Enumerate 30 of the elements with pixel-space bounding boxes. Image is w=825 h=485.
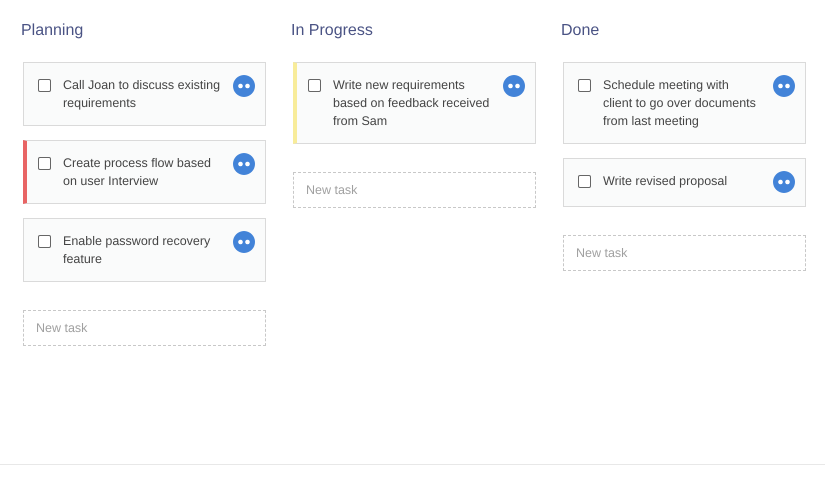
assignee-avatar-icon[interactable] xyxy=(233,231,255,253)
task-card[interactable]: Enable password recovery feature xyxy=(23,218,266,282)
task-text: Write revised proposal xyxy=(603,173,728,190)
new-task-field[interactable]: New task xyxy=(293,172,536,208)
checkbox[interactable] xyxy=(308,79,321,92)
column-title: Done xyxy=(561,21,600,41)
task-text: Schedule meeting with client to go over documents from last meeting xyxy=(603,77,757,130)
checkbox[interactable] xyxy=(578,175,591,188)
task-card[interactable]: Call Joan to discuss existing requirements xyxy=(23,62,266,126)
new-task-field[interactable]: New task xyxy=(23,310,266,346)
task-text: Call Joan to discuss existing requirements xyxy=(63,77,221,112)
task-card[interactable]: Schedule meeting with client to go over documents from last meeting xyxy=(563,62,806,144)
column-title: In Progress xyxy=(291,21,374,41)
task-text: Enable password recovery feature xyxy=(63,233,212,268)
task-card[interactable]: Create process flow based on user Interview xyxy=(23,140,266,204)
assignee-avatar-icon[interactable] xyxy=(233,75,255,97)
assignee-avatar-icon[interactable] xyxy=(503,75,525,97)
checkbox[interactable] xyxy=(578,79,591,92)
task-text: Write new requirements based on feedback received from Sam xyxy=(333,77,490,130)
checkbox[interactable] xyxy=(38,79,51,92)
task-card[interactable]: Write new requirements based on feedback received from Sam xyxy=(293,62,536,144)
assignee-avatar-icon[interactable] xyxy=(773,75,795,97)
checkbox[interactable] xyxy=(38,235,51,248)
column-title: Planning xyxy=(21,21,84,41)
checkbox[interactable] xyxy=(38,157,51,170)
assignee-avatar-icon[interactable] xyxy=(233,153,255,175)
task-card[interactable]: Write revised proposal xyxy=(563,158,806,207)
task-text: Create process flow based on user Interview xyxy=(63,155,212,190)
new-task-field[interactable]: New task xyxy=(563,235,806,271)
assignee-avatar-icon[interactable] xyxy=(773,171,795,193)
